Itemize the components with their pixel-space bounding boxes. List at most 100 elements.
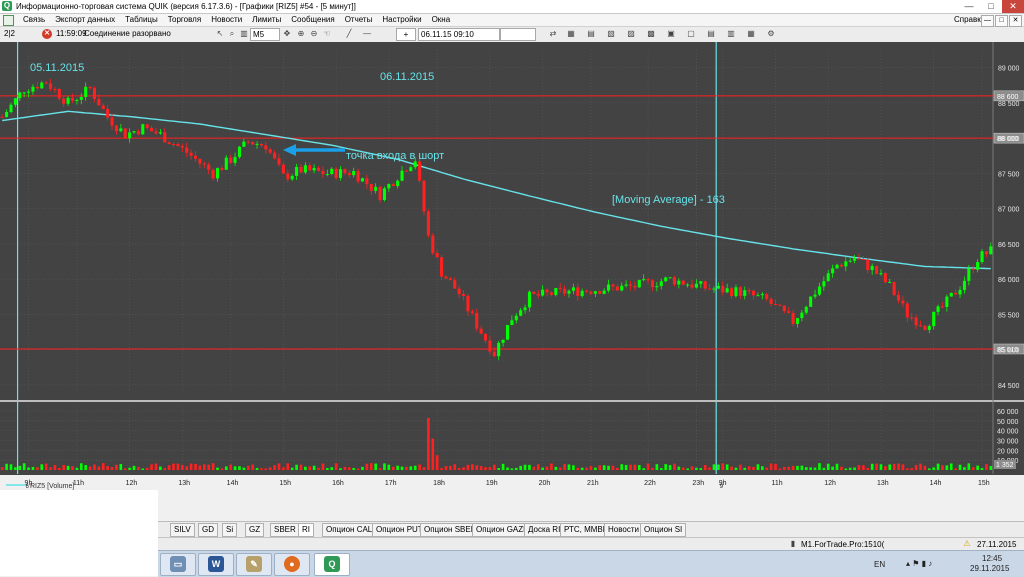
menu-messages[interactable]: Сообщения (286, 14, 339, 26)
zoom-out-icon[interactable]: ⊖ (309, 29, 319, 39)
tool-icon-10[interactable]: ▥ (726, 29, 736, 39)
volume-bar (717, 464, 720, 470)
tab-sber[interactable]: SBER (270, 523, 300, 537)
blank-panel (0, 490, 158, 576)
volume-bar (185, 466, 189, 470)
tool-icon-5[interactable]: ▨ (626, 29, 636, 39)
tab-gd[interactable]: GD (198, 523, 218, 537)
candle-body (545, 289, 549, 293)
tool-icon-4[interactable]: ▧ (606, 29, 616, 39)
datetime-field[interactable]: 06.11.15 09:10 (418, 28, 500, 41)
tab-option-si[interactable]: Опцион SI (640, 523, 687, 537)
clock-time[interactable]: 12:45 (982, 554, 1002, 563)
volume-bar (471, 464, 474, 470)
candle-body (483, 333, 488, 341)
add-button[interactable]: + (396, 28, 416, 41)
menu-limits[interactable]: Лимиты (247, 14, 286, 26)
volume-bar (268, 467, 272, 470)
tab-si[interactable]: Si (222, 523, 238, 537)
candle-body (918, 325, 923, 327)
candle-body (593, 291, 597, 294)
tab-ri[interactable]: RI (298, 523, 314, 537)
tool-icon-1[interactable]: ⇄ (548, 29, 558, 39)
taskbar-explorer-button[interactable]: ▭ (160, 553, 196, 576)
taskbar-paint-button[interactable]: ✎ (236, 553, 272, 576)
taskbar-quik-button[interactable]: Q (314, 553, 350, 576)
candle-body (787, 311, 791, 313)
child-close-button[interactable]: ✕ (1009, 15, 1022, 27)
tray-icons[interactable]: ▴ ⚑ ▮ ♪ (906, 559, 932, 568)
volume-bar (580, 467, 584, 470)
zoom-in-icon[interactable]: ⊕ (296, 29, 306, 39)
zoom-icon[interactable]: ⌕ (227, 29, 237, 39)
volume-bar (769, 463, 773, 470)
child-maximize-button[interactable]: □ (995, 15, 1008, 27)
menu-reports[interactable]: Отчеты (340, 14, 378, 26)
pointer-icon[interactable]: ↖ (215, 29, 225, 39)
interval-select[interactable]: M5 (250, 28, 280, 41)
menu-settings[interactable]: Настройки (377, 14, 426, 26)
close-button[interactable]: ✕ (1002, 0, 1024, 13)
tool-icon-9[interactable]: ▤ (706, 29, 716, 39)
candle-body (892, 281, 896, 295)
move-icon[interactable]: ✥ (282, 29, 292, 39)
tool-icon-2[interactable]: ▦ (566, 29, 576, 39)
bar-chart-icon[interactable]: ▥ (239, 29, 249, 39)
document-icon[interactable] (3, 15, 14, 26)
volume-bar (238, 466, 241, 470)
tool-icon-3[interactable]: ▤ (586, 29, 596, 39)
volume-bar (18, 465, 22, 470)
volume-tick-label: 60 000 (997, 409, 1019, 416)
empty-field[interactable] (500, 28, 536, 41)
taskbar-word-button[interactable]: W (198, 553, 234, 576)
language-indicator[interactable]: EN (874, 560, 885, 569)
candle-body (536, 293, 540, 296)
volume-bar (936, 463, 940, 470)
volume-bar (835, 463, 839, 470)
tool-icon-8[interactable]: ▢ (686, 29, 696, 39)
hand-icon[interactable]: ☜ (322, 29, 332, 39)
menu-export[interactable]: Экспорт данных (50, 14, 120, 26)
menu-connection[interactable]: Связь (18, 14, 50, 26)
candle-body (971, 268, 975, 270)
volume-bar (510, 468, 514, 470)
candle-body (580, 290, 584, 296)
volume-bar (71, 466, 74, 470)
candle-body (883, 273, 887, 283)
volume-bar (782, 466, 786, 470)
chart-area[interactable]: 88 600 88 000 85 010 84 500 85 000 85 500 86 … (0, 42, 1024, 490)
y-tick-label: 87 000 (998, 207, 1020, 214)
tab-news[interactable]: Новости (604, 523, 643, 537)
tool-icon-6[interactable]: ▩ (646, 29, 656, 39)
child-minimize-button[interactable]: — (981, 15, 994, 27)
x-tick-label: 11h (73, 480, 84, 487)
tab-board-ri[interactable]: Доска RI (524, 523, 565, 537)
candle-body (321, 170, 325, 175)
volume-bar (220, 468, 224, 470)
tab-silv[interactable]: SILV (170, 523, 195, 537)
menu-windows[interactable]: Окна (427, 14, 456, 26)
candle-body (369, 184, 373, 191)
menu-news[interactable]: Новости (206, 14, 247, 26)
volume-bar (778, 468, 782, 470)
volume-bar (747, 466, 751, 470)
maximize-button[interactable]: □ (980, 0, 1002, 13)
tool-icon-12[interactable]: ⚙ (766, 29, 776, 39)
draw-line-icon[interactable]: ╱ (344, 29, 354, 39)
tool-icon-11[interactable]: ▦ (746, 29, 756, 39)
clock-date[interactable]: 29.11.2015 (970, 564, 1009, 573)
horizontal-line-icon[interactable]: — (362, 29, 372, 39)
tab-option-put[interactable]: Опцион PUT (372, 523, 427, 537)
candle-body (281, 164, 285, 174)
candle-body (949, 292, 953, 297)
tool-icon-7[interactable]: ▣ (666, 29, 676, 39)
volume-bar (721, 463, 725, 470)
menu-tables[interactable]: Таблицы (120, 14, 163, 26)
price-chart[interactable]: 88 60088 00085 010 84 50085 00085 50086 … (0, 42, 1024, 490)
volume-bar (594, 467, 597, 470)
minimize-button[interactable]: — (958, 0, 980, 13)
tab-gz[interactable]: GZ (245, 523, 265, 537)
volume-bar (295, 464, 298, 470)
taskbar-firefox-button[interactable]: ● (274, 553, 310, 576)
menu-trading[interactable]: Торговля (163, 14, 206, 26)
